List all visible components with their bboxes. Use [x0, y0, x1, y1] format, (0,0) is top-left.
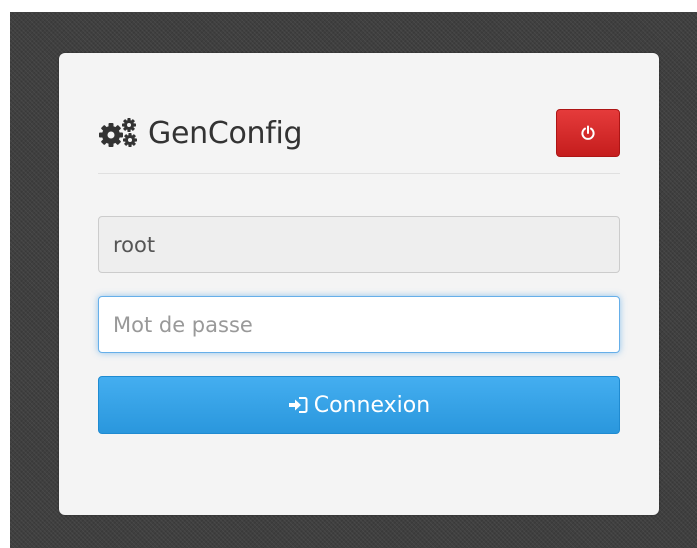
login-button-label: Connexion — [313, 392, 431, 418]
login-card: GenConfig Connexion — [59, 53, 659, 515]
app-title: GenConfig — [148, 115, 303, 151]
username-field[interactable] — [98, 216, 620, 273]
gears-icon — [99, 118, 137, 147]
sign-in-icon — [288, 397, 308, 413]
password-field[interactable] — [98, 296, 620, 353]
card-header: GenConfig — [98, 109, 620, 174]
power-button[interactable] — [556, 109, 620, 157]
power-icon — [581, 125, 595, 140]
brand: GenConfig — [98, 109, 303, 157]
login-button[interactable]: Connexion — [98, 376, 620, 434]
